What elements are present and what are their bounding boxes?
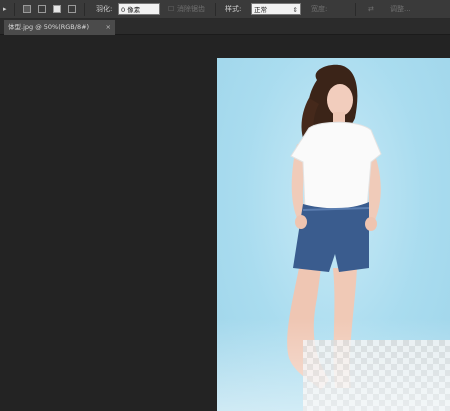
- close-icon[interactable]: ×: [106, 20, 111, 34]
- document-tab[interactable]: 体型.jpg @ 50%(RGB/8#) ×: [4, 20, 115, 35]
- document-tab-bar: 体型.jpg @ 50%(RGB/8#) ×: [0, 19, 450, 35]
- options-bar: ▸ 羽化: 0 像素 ☐ 消除锯齿 样式: 正常 ⇕ 宽度: ⇄ 调整...: [0, 0, 450, 19]
- style-label: 样式:: [225, 5, 242, 13]
- adjust-edge-button[interactable]: 调整...: [390, 0, 411, 19]
- divider: [84, 3, 85, 16]
- document-tab-title: 体型.jpg @ 50%(RGB/8#): [8, 23, 90, 31]
- face-shape: [327, 84, 353, 116]
- width-label: 宽度:: [311, 5, 328, 13]
- white-top-shape: [290, 121, 382, 215]
- antialias-label: 消除锯齿: [177, 5, 205, 13]
- subtract-selection-icon[interactable]: [53, 5, 61, 13]
- add-selection-icon[interactable]: [38, 5, 46, 13]
- chevron-down-icon: ⇕: [292, 6, 298, 14]
- new-selection-icon[interactable]: [23, 5, 31, 13]
- photo-canvas[interactable]: [217, 58, 450, 411]
- style-select-value: 正常: [254, 6, 267, 14]
- divider: [14, 3, 15, 16]
- divider: [215, 3, 216, 16]
- left-hand-shape: [295, 215, 307, 229]
- style-select[interactable]: 正常 ⇕: [251, 3, 301, 15]
- woman-figure-image: [217, 64, 450, 411]
- denim-shorts-shape: [293, 202, 369, 272]
- tool-preset-icon[interactable]: ▸: [3, 0, 7, 19]
- swap-icon[interactable]: ⇄: [368, 0, 374, 19]
- divider: [355, 3, 356, 16]
- canvas-area[interactable]: [0, 35, 450, 411]
- intersect-selection-icon[interactable]: [68, 5, 76, 13]
- feather-label: 羽化:: [96, 5, 113, 13]
- right-hand-shape: [365, 217, 377, 231]
- fade-overlay: [217, 318, 450, 411]
- feather-input[interactable]: 0 像素: [118, 3, 160, 15]
- antialias-checkbox-icon[interactable]: ☐: [168, 0, 174, 19]
